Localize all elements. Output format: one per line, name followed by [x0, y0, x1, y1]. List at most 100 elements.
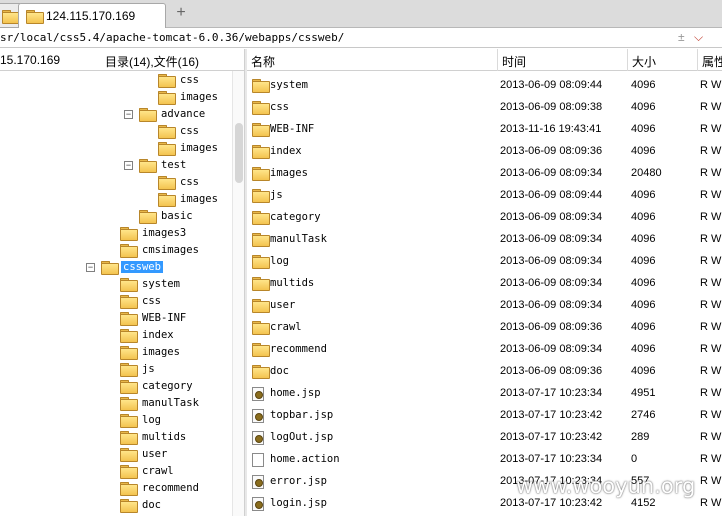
- tree-node[interactable]: user: [120, 446, 244, 463]
- tree-node[interactable]: index: [120, 327, 244, 344]
- tree-node[interactable]: basic: [139, 208, 244, 225]
- folder-icon: [120, 448, 138, 462]
- collapse-icon[interactable]: −: [124, 110, 133, 119]
- scrollbar-thumb[interactable]: [235, 123, 243, 183]
- file-time: 2013-06-09 08:09:34: [500, 233, 603, 245]
- file-row[interactable]: images 2013-06-09 08:09:34 20480 R W: [247, 162, 722, 184]
- file-time: 2013-06-09 08:09:34: [500, 343, 603, 355]
- file-size: 4096: [631, 365, 656, 377]
- tab-bar: 124.115.170.169 +: [0, 0, 722, 28]
- file-name: home.action: [270, 453, 340, 465]
- file-row[interactable]: recommend 2013-06-09 08:09:34 4096 R W: [247, 338, 722, 360]
- file-row[interactable]: logOut.jsp 2013-07-17 10:23:42 289 R W: [247, 426, 722, 448]
- file-size: 4096: [631, 189, 656, 201]
- directory-tree[interactable]: css images advance − css images test − css images…: [0, 71, 244, 516]
- file-row[interactable]: log 2013-06-09 08:09:34 4096 R W: [247, 250, 722, 272]
- jsp-file-icon: [252, 431, 264, 445]
- folder-icon: [120, 380, 138, 394]
- file-row[interactable]: crawl 2013-06-09 08:09:36 4096 R W: [247, 316, 722, 338]
- folder-icon: [139, 210, 157, 224]
- tree-node[interactable]: manulTask: [120, 395, 244, 412]
- file-name: category: [270, 211, 321, 223]
- tree-node[interactable]: cmsimages: [120, 242, 244, 259]
- file-row[interactable]: topbar.jsp 2013-07-17 10:23:42 2746 R W: [247, 404, 722, 426]
- tree-node[interactable]: images3: [120, 225, 244, 242]
- file-attr: R W: [700, 101, 722, 113]
- tree-node[interactable]: css: [120, 293, 244, 310]
- tree-node-label: css: [180, 176, 199, 188]
- tree-node[interactable]: recommend: [120, 480, 244, 497]
- tree-node-label: css: [180, 74, 199, 86]
- folder-icon: [252, 365, 270, 379]
- file-time: 2013-06-09 08:09:36: [500, 145, 603, 157]
- folder-icon: [120, 397, 138, 411]
- column-header-attr[interactable]: 属性: [702, 53, 722, 70]
- file-name: login.jsp: [270, 497, 327, 509]
- tree-node[interactable]: advance: [139, 106, 244, 123]
- folder-icon: [120, 363, 138, 377]
- folder-icon: [158, 91, 176, 105]
- file-name: user: [270, 299, 296, 311]
- file-row[interactable]: home.jsp 2013-07-17 10:23:34 4951 R W: [247, 382, 722, 404]
- path-input[interactable]: sr/local/css5.4/apache-tomcat-6.0.36/web…: [0, 31, 344, 44]
- folder-icon: [252, 321, 270, 335]
- tree-node-label: images: [180, 91, 218, 103]
- tree-node[interactable]: js: [120, 361, 244, 378]
- tree-node-label: log: [142, 414, 161, 426]
- tree-scrollbar[interactable]: [232, 71, 244, 516]
- file-row[interactable]: css 2013-06-09 08:09:38 4096 R W: [247, 96, 722, 118]
- column-header-size[interactable]: 大小: [632, 53, 656, 70]
- column-header-time[interactable]: 时间: [502, 53, 526, 70]
- collapse-icon[interactable]: −: [86, 263, 95, 272]
- file-time: 2013-06-09 08:09:34: [500, 277, 603, 289]
- file-row[interactable]: doc 2013-06-09 08:09:36 4096 R W: [247, 360, 722, 382]
- collapse-icon[interactable]: −: [124, 161, 133, 170]
- tree-node-label: css: [180, 125, 199, 137]
- tree-node[interactable]: doc: [120, 497, 244, 514]
- list-header: 15.170.169 目录(14),文件(16) 名称 时间 大小 属性: [0, 49, 722, 71]
- tree-node[interactable]: category: [120, 378, 244, 395]
- tree-node[interactable]: images: [120, 344, 244, 361]
- chevron-down-icon[interactable]: ⌵: [694, 30, 703, 44]
- tree-node-label: cssweb: [121, 261, 163, 273]
- file-time: 2013-07-17 10:23:42: [500, 497, 603, 509]
- file-list[interactable]: system 2013-06-09 08:09:44 4096 R W css 2013-…: [247, 71, 722, 516]
- file-row[interactable]: home.action 2013-07-17 10:23:34 0 R W: [247, 448, 722, 470]
- toggle-icon[interactable]: ±: [678, 30, 685, 44]
- jsp-file-icon: [252, 475, 264, 489]
- folder-icon: [120, 278, 138, 292]
- path-bar: sr/local/css5.4/apache-tomcat-6.0.36/web…: [0, 28, 722, 48]
- file-row[interactable]: WEB-INF 2013-11-16 19:43:41 4096 R W: [247, 118, 722, 140]
- tab-active[interactable]: 124.115.170.169: [18, 3, 166, 28]
- column-header-name[interactable]: 名称: [251, 53, 275, 70]
- file-size: 4096: [631, 255, 656, 267]
- file-name: topbar.jsp: [270, 409, 334, 421]
- file-time: 2013-06-09 08:09:34: [500, 211, 603, 223]
- tab-previous[interactable]: [0, 3, 20, 28]
- tree-node[interactable]: multids: [120, 429, 244, 446]
- file-time: 2013-06-09 08:09:38: [500, 101, 603, 113]
- file-name: crawl: [270, 321, 302, 333]
- file-row[interactable]: manulTask 2013-06-09 08:09:34 4096 R W: [247, 228, 722, 250]
- tree-node-label: test: [161, 159, 187, 171]
- tree-node[interactable]: log: [120, 412, 244, 429]
- file-row[interactable]: index 2013-06-09 08:09:36 4096 R W: [247, 140, 722, 162]
- new-tab-button[interactable]: +: [172, 4, 190, 22]
- file-row[interactable]: js 2013-06-09 08:09:44 4096 R W: [247, 184, 722, 206]
- file-row[interactable]: multids 2013-06-09 08:09:34 4096 R W: [247, 272, 722, 294]
- file-attr: R W: [700, 255, 722, 267]
- file-size: 4096: [631, 123, 656, 135]
- tree-node[interactable]: cssweb: [101, 259, 231, 276]
- tree-node[interactable]: crawl: [120, 463, 244, 480]
- tree-node-label: multids: [142, 431, 187, 443]
- tree-node[interactable]: system: [120, 276, 244, 293]
- jsp-file-icon: [252, 497, 264, 511]
- file-row[interactable]: user 2013-06-09 08:09:34 4096 R W: [247, 294, 722, 316]
- folder-icon: [101, 261, 119, 275]
- tree-node[interactable]: WEB-INF: [120, 310, 244, 327]
- file-row[interactable]: category 2013-06-09 08:09:34 4096 R W: [247, 206, 722, 228]
- file-row[interactable]: system 2013-06-09 08:09:44 4096 R W: [247, 74, 722, 96]
- folder-icon: [120, 295, 138, 309]
- tree-node[interactable]: test: [139, 157, 244, 174]
- tree-node-label: js: [142, 363, 155, 375]
